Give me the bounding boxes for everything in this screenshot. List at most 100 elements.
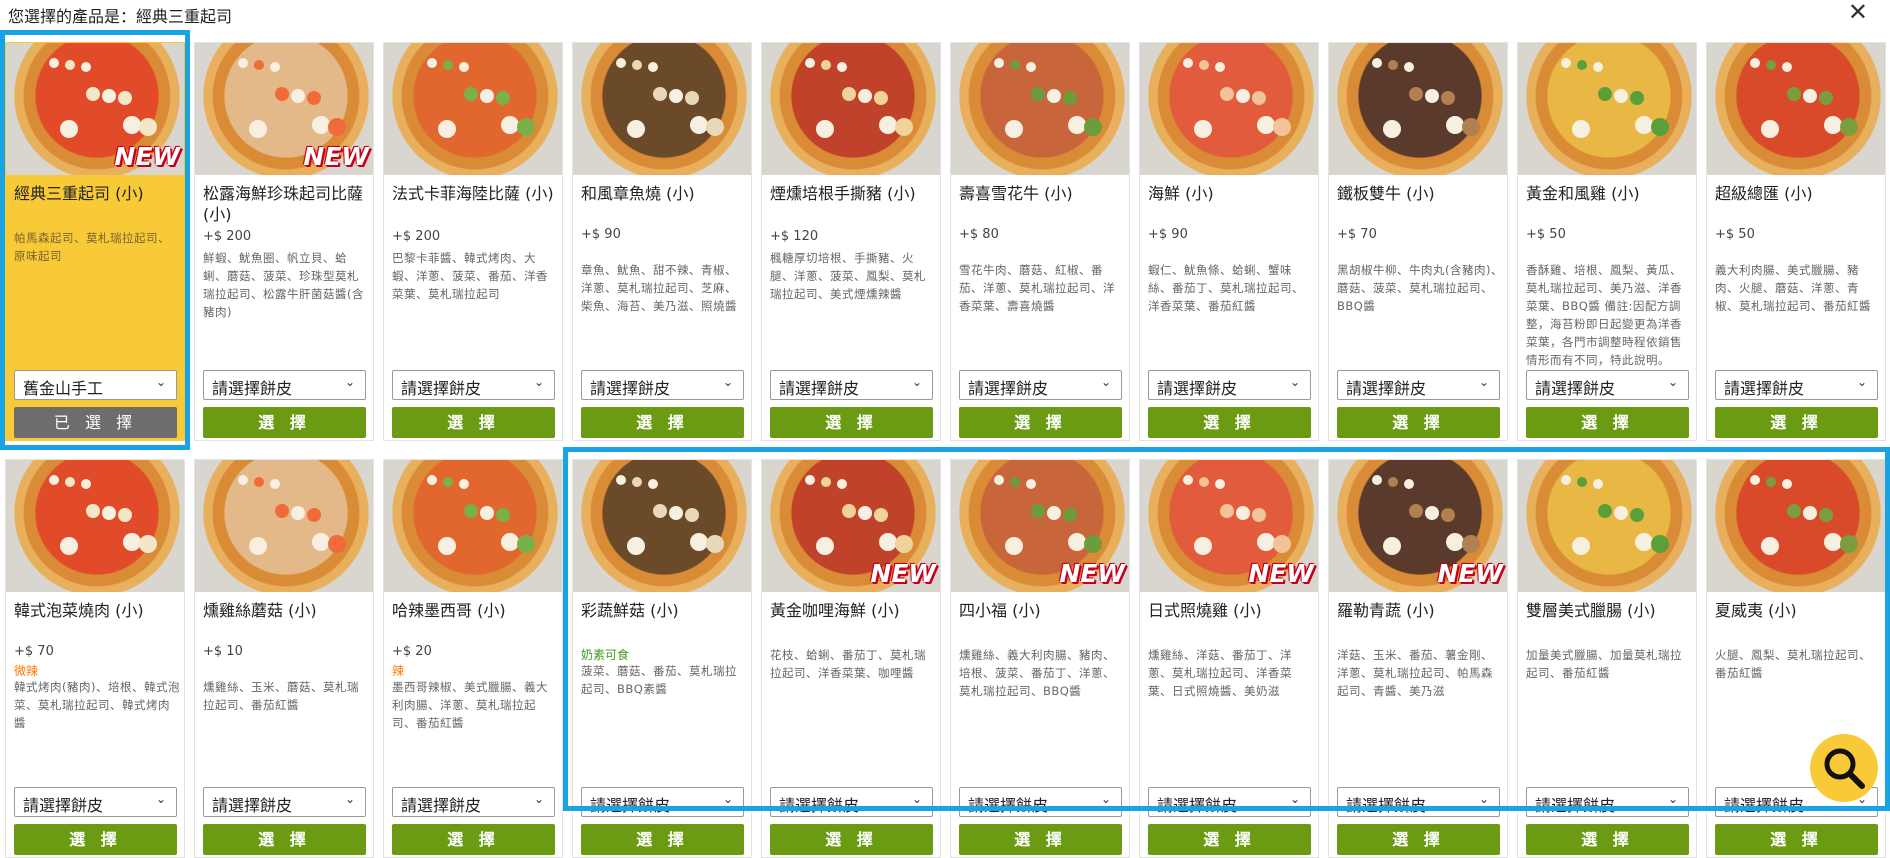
select-button[interactable]: 選 擇 bbox=[203, 407, 366, 438]
product-name: 燻雞絲蘑菇 (小) bbox=[203, 601, 317, 620]
crust-select[interactable]: 請選擇餅皮 ⌄ bbox=[581, 370, 744, 400]
product-name: 四小福 (小) bbox=[959, 601, 1041, 620]
select-button[interactable]: 選 擇 bbox=[581, 407, 744, 438]
product-card[interactable]: NEW 黃金咖哩海鮮 (小) 花枝、蛤蜊、番茄丁、莫札瑞拉起司、洋香菜葉、咖哩醬 請選… bbox=[761, 459, 941, 858]
new-badge: NEW bbox=[1059, 559, 1125, 588]
product-card[interactable]: 超級總匯 (小) +$ 50 義大利肉腸、美式臘腸、豬肉、火腿、蘑菇、洋蔥、青椒、莫… bbox=[1706, 42, 1886, 441]
product-card[interactable]: 黃金和風雞 (小) +$ 50 香酥雞、培根、鳳梨、黃瓜、莫札瑞拉起司、美乃滋、洋香… bbox=[1517, 42, 1697, 441]
pizza-image bbox=[1518, 43, 1696, 175]
crust-select-value: 請選擇餅皮 bbox=[401, 796, 482, 815]
product-card[interactable]: 壽喜雪花牛 (小) +$ 80 雪花牛肉、蘑菇、紅椒、番茄、洋蔥、莫札瑞拉起司、洋香… bbox=[950, 42, 1130, 441]
product-card[interactable]: 雙層美式臘腸 (小) 加量美式臘腸、加量莫札瑞拉起司、番茄紅醬 請選擇餅皮 ⌄ 選 擇 bbox=[1517, 459, 1697, 858]
crust-select[interactable]: 請選擇餅皮 ⌄ bbox=[770, 787, 933, 817]
select-button[interactable]: 選 擇 bbox=[203, 824, 366, 855]
product-card[interactable]: NEW 四小福 (小) 燻雞絲、義大利肉腸、豬肉、培根、菠菜、番茄丁、洋蔥、莫札瑞拉… bbox=[950, 459, 1130, 858]
select-button[interactable]: 選 擇 bbox=[959, 824, 1122, 855]
product-card[interactable]: 海鮮 (小) +$ 90 蝦仁、魷魚條、蛤蜊、蟹味絲、番茄丁、莫札瑞拉起司、洋香菜葉… bbox=[1139, 42, 1319, 441]
crust-select[interactable]: 請選擇餅皮 ⌄ bbox=[14, 787, 177, 817]
select-button[interactable]: 選 擇 bbox=[1526, 407, 1689, 438]
select-button[interactable]: 選 擇 bbox=[959, 407, 1122, 438]
chevron-down-icon: ⌄ bbox=[1289, 375, 1300, 389]
product-card[interactable]: 煙燻培根手撕豬 (小) +$ 120 楓糖厚切培根、手撕豬、火腿、洋蔥、菠菜、鳳梨、… bbox=[761, 42, 941, 441]
select-button[interactable]: 選 擇 bbox=[770, 407, 933, 438]
select-button[interactable]: 選 擇 bbox=[1337, 407, 1500, 438]
product-description: 花枝、蛤蜊、番茄丁、莫札瑞拉起司、洋香菜葉、咖哩醬 bbox=[770, 648, 926, 680]
product-name: 煙燻培根手撕豬 (小) bbox=[770, 184, 916, 203]
product-tag: 辣 bbox=[392, 664, 405, 678]
product-name: 法式卡菲海陸比薩 (小) bbox=[392, 184, 554, 203]
crust-select[interactable]: 請選擇餅皮 ⌄ bbox=[770, 370, 933, 400]
crust-select[interactable]: 請選擇餅皮 ⌄ bbox=[203, 370, 366, 400]
selected-product-title: 您選擇的產品是：經典三重起司 bbox=[8, 7, 233, 26]
product-price: +$ 80 bbox=[959, 227, 999, 242]
product-card[interactable]: 鐵板雙牛 (小) +$ 70 黑胡椒牛柳、牛肉丸(含豬肉)、蘑菇、菠菜、莫札瑞拉起司… bbox=[1328, 42, 1508, 441]
product-name: 經典三重起司 (小) bbox=[14, 184, 144, 203]
crust-select[interactable]: 請選擇餅皮 ⌄ bbox=[1148, 787, 1311, 817]
crust-select[interactable]: 請選擇餅皮 ⌄ bbox=[1715, 370, 1878, 400]
select-button[interactable]: 選 擇 bbox=[1715, 824, 1878, 855]
product-price: +$ 200 bbox=[392, 229, 441, 244]
product-name: 鐵板雙牛 (小) bbox=[1337, 184, 1435, 203]
crust-select[interactable]: 請選擇餅皮 ⌄ bbox=[203, 787, 366, 817]
product-tag: 微辣 bbox=[14, 664, 39, 678]
product-description: 蝦仁、魷魚條、蛤蜊、蟹味絲、番茄丁、莫札瑞拉起司、洋香菜葉、番茄紅醬 bbox=[1148, 263, 1304, 313]
product-card[interactable]: 法式卡菲海陸比薩 (小) +$ 200 巴黎卡菲醬、韓式烤肉、大蝦、洋蔥、菠菜、番茄… bbox=[383, 42, 563, 441]
crust-select[interactable]: 請選擇餅皮 ⌄ bbox=[959, 787, 1122, 817]
product-name: 日式照燒雞 (小) bbox=[1148, 601, 1262, 620]
product-card[interactable]: 燻雞絲蘑菇 (小) +$ 10 燻雞絲、玉米、蘑菇、莫札瑞拉起司、番茄紅醬 請選擇餅皮… bbox=[194, 459, 374, 858]
crust-select[interactable]: 請選擇餅皮 ⌄ bbox=[1148, 370, 1311, 400]
new-badge: NEW bbox=[1437, 559, 1503, 588]
product-description: 雪花牛肉、蘑菇、紅椒、番茄、洋蔥、莫札瑞拉起司、洋香菜葉、壽喜燒醬 bbox=[959, 263, 1115, 313]
select-button[interactable]: 選 擇 bbox=[14, 824, 177, 855]
dialog-header: 您選擇的產品是：經典三重起司 ✕ bbox=[0, 0, 1890, 28]
product-name: 黃金和風雞 (小) bbox=[1526, 184, 1640, 203]
product-card[interactable]: 韓式泡菜燒肉 (小) +$ 70 微辣 韓式烤肉(豬肉)、培根、韓式泡菜、莫札瑞拉起司… bbox=[5, 459, 185, 858]
product-description: 加量美式臘腸、加量莫札瑞拉起司、番茄紅醬 bbox=[1526, 648, 1682, 680]
product-description: 義大利肉腸、美式臘腸、豬肉、火腿、蘑菇、洋蔥、青椒、莫札瑞拉起司、番茄紅醬 bbox=[1715, 263, 1871, 313]
crust-select[interactable]: 請選擇餅皮 ⌄ bbox=[581, 787, 744, 817]
select-button[interactable]: 選 擇 bbox=[1526, 824, 1689, 855]
crust-select-value: 請選擇餅皮 bbox=[779, 379, 860, 398]
crust-select[interactable]: 請選擇餅皮 ⌄ bbox=[1337, 370, 1500, 400]
pizza-image bbox=[195, 460, 373, 592]
product-card[interactable]: NEW 日式照燒雞 (小) 燻雞絲、洋菇、番茄丁、洋蔥、莫札瑞拉起司、洋香菜葉、日式… bbox=[1139, 459, 1319, 858]
pizza-image bbox=[1707, 43, 1885, 175]
select-button[interactable]: 選 擇 bbox=[392, 407, 555, 438]
product-name: 超級總匯 (小) bbox=[1715, 184, 1813, 203]
pizza-image bbox=[762, 43, 940, 175]
pizza-image bbox=[951, 43, 1129, 175]
product-card[interactable]: NEW 松露海鮮珍珠起司比薩 (小) +$ 200 鮮蝦、魷魚圈、帆立貝、蛤蜊、蘑菇、… bbox=[194, 42, 374, 441]
close-icon[interactable]: ✕ bbox=[1848, 0, 1868, 26]
crust-select[interactable]: 舊金山手工 ⌄ bbox=[14, 370, 177, 400]
chevron-down-icon: ⌄ bbox=[344, 375, 355, 389]
product-card[interactable]: 彩蔬鮮菇 (小) 奶素可食 菠菜、蘑菇、番茄、莫札瑞拉起司、BBQ素醬 請選擇餅皮 ⌄ 選… bbox=[572, 459, 752, 858]
crust-select[interactable]: 請選擇餅皮 ⌄ bbox=[1526, 370, 1689, 400]
crust-select-value: 請選擇餅皮 bbox=[1535, 379, 1616, 398]
product-price: +$ 50 bbox=[1526, 227, 1566, 242]
crust-select[interactable]: 請選擇餅皮 ⌄ bbox=[1337, 787, 1500, 817]
product-card[interactable]: NEW 羅勒青蔬 (小) 洋菇、玉米、番茄、薯金剛、洋蔥、莫札瑞拉起司、帕馬森起司、… bbox=[1328, 459, 1508, 858]
crust-select-value: 請選擇餅皮 bbox=[1535, 796, 1616, 815]
product-price: +$ 120 bbox=[770, 229, 819, 244]
product-card[interactable]: 哈辣墨西哥 (小) +$ 20 辣墨西哥辣椒、美式臘腸、義大利肉腸、洋蔥、莫札瑞拉起… bbox=[383, 459, 563, 858]
product-card[interactable]: 和風章魚燒 (小) +$ 90 章魚、魷魚、甜不辣、青椒、洋蔥、莫札瑞拉起司、芝麻、… bbox=[572, 42, 752, 441]
crust-select[interactable]: 請選擇餅皮 ⌄ bbox=[959, 370, 1122, 400]
product-card[interactable]: NEW 經典三重起司 (小) 帕馬森起司、莫札瑞拉起司、原味起司 舊金山手工 ⌄ 已 選 … bbox=[5, 42, 185, 441]
selected-button[interactable]: 已 選 擇 bbox=[14, 407, 177, 438]
select-button[interactable]: 選 擇 bbox=[1337, 824, 1500, 855]
chevron-down-icon: ⌄ bbox=[722, 792, 733, 806]
select-button[interactable]: 選 擇 bbox=[581, 824, 744, 855]
crust-select-value: 請選擇餅皮 bbox=[1346, 379, 1427, 398]
select-button[interactable]: 選 擇 bbox=[1148, 824, 1311, 855]
crust-select[interactable]: 請選擇餅皮 ⌄ bbox=[392, 787, 555, 817]
zoom-button[interactable] bbox=[1810, 734, 1878, 802]
crust-select[interactable]: 請選擇餅皮 ⌄ bbox=[1526, 787, 1689, 817]
product-name: 韓式泡菜燒肉 (小) bbox=[14, 601, 144, 620]
select-button[interactable]: 選 擇 bbox=[1715, 407, 1878, 438]
product-description: 香酥雞、培根、鳳梨、黃瓜、莫札瑞拉起司、美乃滋、洋香菜葉、BBQ醬 備註:因配方… bbox=[1526, 263, 1682, 367]
crust-select[interactable]: 請選擇餅皮 ⌄ bbox=[392, 370, 555, 400]
product-name: 彩蔬鮮菇 (小) bbox=[581, 601, 679, 620]
select-button[interactable]: 選 擇 bbox=[392, 824, 555, 855]
select-button[interactable]: 選 擇 bbox=[1148, 407, 1311, 438]
select-button[interactable]: 選 擇 bbox=[770, 824, 933, 855]
